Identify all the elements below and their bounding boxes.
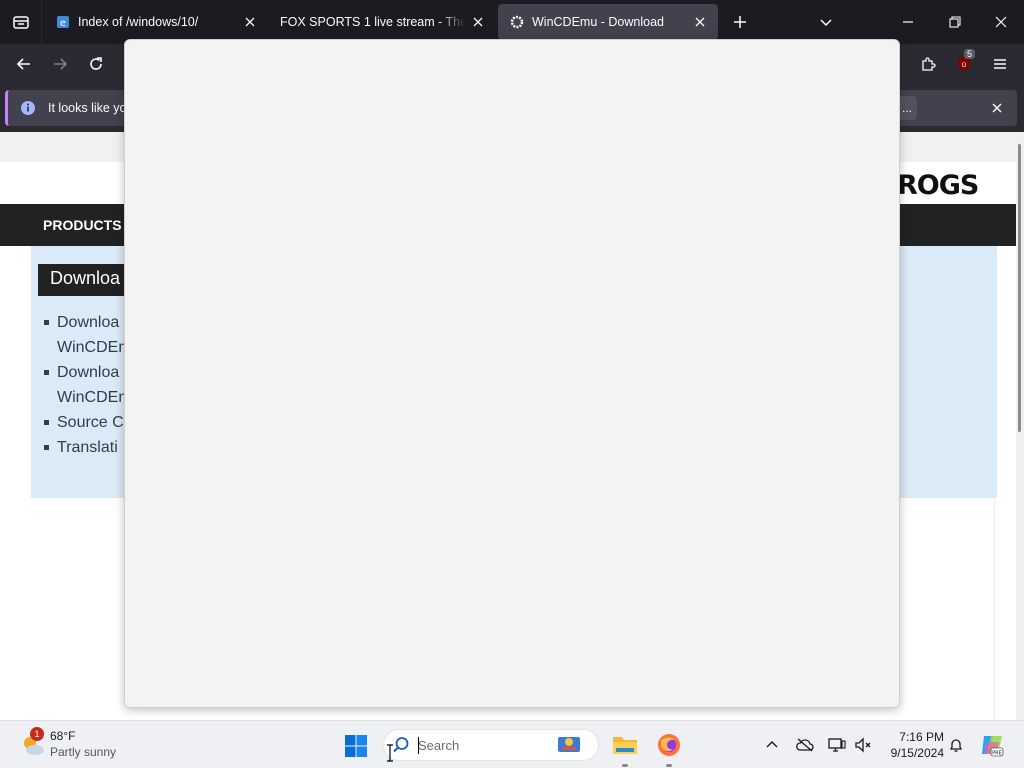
link-text[interactable]: Source Co [57, 414, 133, 431]
copilot-button[interactable]: PRE [978, 731, 1006, 759]
search-icon [393, 737, 409, 753]
ublock-origin-button[interactable]: ū 5 [952, 49, 976, 76]
notifications-button[interactable] [946, 735, 966, 755]
tab-label: Index of /windows/10/ [78, 15, 199, 29]
hamburger-menu-icon [994, 59, 1006, 69]
close-tab-icon[interactable] [688, 10, 712, 34]
tab-fox-sports[interactable]: FOX SPORTS 1 live stream - TheTVApp [268, 4, 496, 40]
site-logo[interactable]: ROGS [897, 170, 979, 201]
forward-button[interactable] [48, 52, 72, 76]
show-hidden-icons-button[interactable] [762, 735, 782, 755]
taskbar: 1 68°F Partly sunny Search 7:16 PM 9/15/… [0, 720, 1024, 768]
svg-text:PRE: PRE [992, 751, 1002, 757]
close-icon [992, 103, 1002, 113]
list-item[interactable]: Translati [44, 435, 133, 460]
close-icon [995, 16, 1007, 28]
weather-temperature: 68°F [50, 729, 76, 743]
link-text[interactable]: Downloa [57, 364, 119, 381]
speaker-muted-icon [855, 737, 871, 753]
blank-popup-window[interactable] [124, 39, 900, 708]
notification-close-button[interactable] [985, 96, 1009, 120]
copilot-icon: PRE [982, 736, 1004, 757]
app-menu-button[interactable] [988, 52, 1012, 76]
network-button[interactable] [826, 735, 848, 755]
puzzle-piece-icon [922, 57, 936, 71]
tab-list-icon [12, 16, 29, 29]
taskbar-clock[interactable]: 7:16 PM 9/15/2024 [880, 729, 944, 761]
arrow-right-icon [54, 58, 68, 70]
close-tab-icon[interactable] [466, 10, 490, 34]
ie-page-icon: e [57, 16, 69, 29]
onedrive-button[interactable] [794, 735, 816, 755]
back-button[interactable] [12, 52, 36, 76]
list-all-tabs-button[interactable] [814, 10, 838, 34]
chevron-up-icon [766, 741, 778, 748]
screen: e Index of /windows/10/ FOX SPORTS 1 liv… [0, 0, 1024, 768]
running-indicator [622, 764, 628, 767]
monitor-network-icon [828, 738, 846, 752]
close-tab-icon[interactable] [238, 10, 262, 34]
taskbar-search[interactable]: Search [383, 729, 599, 761]
bell-icon [949, 739, 963, 752]
minimize-button[interactable] [896, 10, 920, 34]
reload-icon [90, 57, 102, 70]
mouse-cursor-icon [387, 744, 393, 762]
volume-button[interactable] [852, 735, 874, 755]
file-explorer-button[interactable] [611, 731, 639, 759]
chevron-down-icon [820, 19, 832, 27]
list-item[interactable]: Downloa WinCDEm [44, 310, 133, 360]
minimize-icon [903, 21, 913, 23]
search-highlight-icon[interactable] [556, 733, 584, 757]
notification-text: It looks like you [48, 101, 134, 115]
scrollbar-thumb[interactable] [1018, 144, 1021, 432]
link-text[interactable]: WinCDEm [57, 339, 132, 356]
extension-badge: 5 [964, 49, 976, 59]
notification-action-button[interactable]: ... [897, 96, 917, 120]
close-window-button[interactable] [989, 10, 1013, 34]
new-tab-button[interactable] [728, 10, 752, 34]
restore-icon [949, 16, 961, 28]
weather-description: Partly sunny [50, 745, 117, 759]
cloud-offline-icon [796, 738, 814, 752]
svg-text:ū: ū [962, 61, 966, 69]
extensions-button[interactable] [916, 52, 940, 76]
folder-icon [613, 737, 637, 754]
firefox-button[interactable] [655, 731, 683, 759]
search-placeholder: Search [418, 738, 460, 753]
clock-date: 9/15/2024 [890, 746, 944, 760]
weather-alert-badge: 1 [30, 727, 44, 741]
tab-label: FOX SPORTS 1 live stream - TheTVApp [280, 15, 466, 29]
gear-favicon-icon [510, 15, 524, 29]
running-indicator [666, 764, 672, 767]
list-item[interactable]: Downloa WinCDEm [44, 360, 133, 410]
firefox-icon [658, 734, 680, 756]
page-scrollbar[interactable] [1016, 132, 1024, 720]
reload-button[interactable] [84, 52, 108, 76]
link-text[interactable]: WinCDEm [57, 389, 132, 406]
tab-label: WinCDEmu - Download [532, 15, 664, 29]
link-text[interactable]: Translati [57, 439, 118, 456]
start-button[interactable] [343, 733, 369, 759]
nav-item-products[interactable]: PRODUCTS [43, 217, 122, 233]
list-item[interactable]: Source Co [44, 410, 133, 435]
arrow-left-icon [16, 58, 30, 70]
tab-list-button[interactable] [0, 0, 42, 44]
restore-button[interactable] [943, 10, 967, 34]
clock-time: 7:16 PM [899, 730, 944, 744]
link-text[interactable]: Downloa [57, 314, 119, 331]
tab-strip: e Index of /windows/10/ FOX SPORTS 1 liv… [0, 0, 1024, 44]
plus-icon [734, 16, 746, 28]
info-icon [21, 101, 35, 115]
windows-logo-icon [345, 735, 367, 757]
download-link-list: Downloa WinCDEm Downloa WinCDEm Source Co … [44, 310, 133, 460]
tab-wincdemu-download[interactable]: WinCDEmu - Download [498, 4, 718, 40]
tab-index-windows[interactable]: e Index of /windows/10/ [44, 4, 268, 40]
weather-widget[interactable]: 1 68°F Partly sunny [18, 727, 128, 763]
svg-text:e: e [60, 18, 66, 29]
